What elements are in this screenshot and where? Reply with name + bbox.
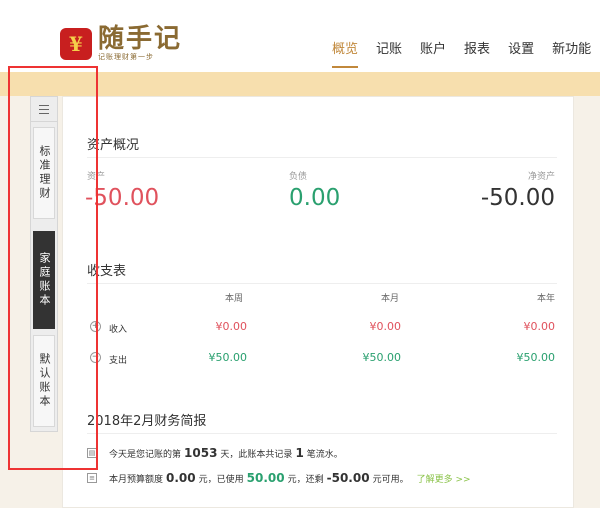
income-month: ¥0.00 xyxy=(369,320,402,333)
column-week: 本周 xyxy=(225,294,244,304)
nav-overview[interactable]: 概览 xyxy=(332,38,359,68)
expense-week: ¥50.00 xyxy=(208,351,248,364)
report-budget-line: ≡ 本月预算额度 0.00 元，已使用 50.00 元，还剩 -50.00 元可… xyxy=(87,471,471,485)
income-week: ¥0.00 xyxy=(215,320,248,333)
logo[interactable]: ¥ 随手记 记账理财第一步 xyxy=(60,26,182,61)
report-text: 元，已使用 xyxy=(198,474,244,485)
divider xyxy=(87,433,557,434)
days-count: 1053 xyxy=(184,446,218,460)
learn-more-link[interactable]: 了解更多 >> xyxy=(417,472,471,485)
report-text: 天，此账本共记录 xyxy=(220,449,293,460)
budget-amount: 0.00 xyxy=(166,471,196,485)
report-text: 元可用。 xyxy=(372,474,409,485)
divider xyxy=(87,157,557,158)
column-month: 本月 xyxy=(381,294,400,304)
logo-title: 随手记 xyxy=(98,24,183,54)
record-count: 1 xyxy=(295,446,304,460)
divider xyxy=(87,283,557,284)
nav-new-features[interactable]: 新功能 xyxy=(552,38,591,68)
main-card: 资产概况 资产 -50.00 负债 0.00 净资产 -50.00 收支表 本周… xyxy=(62,96,574,508)
liability-value: 0.00 xyxy=(289,185,341,211)
report-text: 本月预算额度 xyxy=(109,474,164,485)
expense-month: ¥50.00 xyxy=(362,351,402,364)
nav-accounts[interactable]: 账户 xyxy=(420,38,446,68)
used-amount: 50.00 xyxy=(246,471,285,485)
expense-label: 支出 xyxy=(109,356,128,366)
income-year: ¥0.00 xyxy=(523,320,556,333)
net-asset-value: -50.00 xyxy=(480,185,555,211)
liability-label: 负债 xyxy=(289,172,308,182)
budget-icon: ≡ xyxy=(87,473,97,483)
report-title: 2018年2月财务简报 xyxy=(87,414,207,429)
main-nav: 概览 记账 账户 报表 设置 新功能 xyxy=(332,38,600,68)
report-days-line: ▤ 今天是您记账的第 1053 天，此账本共记录 1 笔流水。 xyxy=(87,446,343,460)
report-text: 元，还剩 xyxy=(287,474,324,485)
logo-subtitle: 记账理财第一步 xyxy=(98,53,154,61)
net-asset-label: 净资产 xyxy=(527,172,555,182)
highlight-frame xyxy=(8,66,98,470)
nav-settings[interactable]: 设置 xyxy=(508,38,534,68)
column-year: 本年 xyxy=(537,294,556,304)
remaining-amount: -50.00 xyxy=(326,471,370,485)
yen-logo-icon: ¥ xyxy=(60,27,92,60)
report-text: 笔流水。 xyxy=(306,449,343,460)
income-label: 收入 xyxy=(109,325,128,335)
nav-record[interactable]: 记账 xyxy=(376,38,402,68)
expense-year: ¥50.00 xyxy=(516,351,556,364)
report-text: 今天是您记账的第 xyxy=(109,449,182,460)
nav-reports[interactable]: 报表 xyxy=(464,38,490,68)
